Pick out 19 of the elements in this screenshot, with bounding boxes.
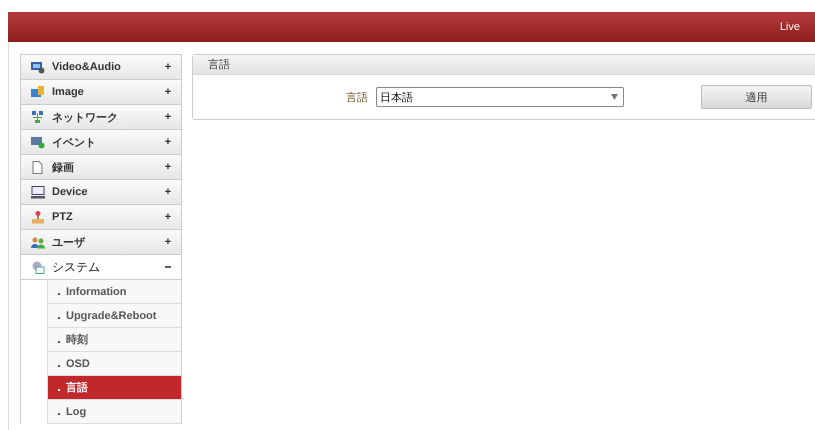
submenu-item[interactable]: 時刻 — [48, 328, 181, 352]
submenu-item[interactable]: OSD — [48, 352, 181, 376]
submenu-item[interactable]: Log — [48, 400, 181, 424]
menu-item[interactable]: ネットワーク + — [21, 105, 181, 130]
panel-title: 言語 — [193, 55, 815, 75]
submenu-item[interactable]: 言語 — [48, 376, 181, 400]
language-select[interactable]: 日本語 — [376, 87, 624, 107]
submenu-item[interactable]: Information — [48, 280, 181, 304]
menu-item[interactable]: イベント + — [21, 130, 181, 155]
menu-item[interactable]: ユーザ + — [21, 230, 181, 255]
field-label: 言語 — [345, 90, 368, 104]
submenu-item[interactable]: Upgrade&Reboot — [48, 304, 181, 328]
menu-item[interactable]: Video&Audio + — [21, 55, 181, 80]
menu-item[interactable]: Image + — [21, 80, 181, 105]
menu-item[interactable]: PTZ + — [21, 205, 181, 230]
apply-button[interactable]: 適用 — [701, 85, 812, 109]
menu-item[interactable]: 録画 + — [21, 155, 181, 180]
menu-item[interactable]: Device + — [21, 180, 181, 205]
live-link[interactable]: Live — [780, 21, 800, 33]
